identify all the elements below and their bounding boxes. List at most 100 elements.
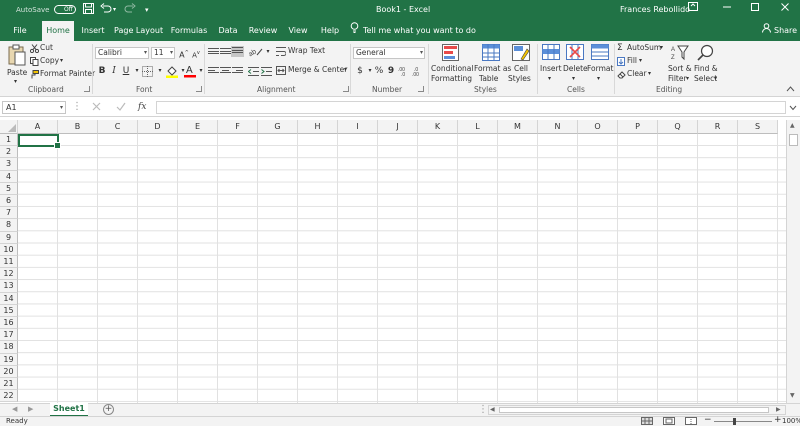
column-header[interactable]: D [138, 120, 178, 134]
row-header[interactable]: 14 [0, 292, 18, 305]
row-header[interactable]: 4 [0, 170, 18, 183]
cell-styles-button[interactable]: Cell Styles [508, 43, 536, 85]
column-header[interactable]: N [538, 120, 578, 134]
font-color-dropdown-icon[interactable]: ▾ [195, 65, 207, 77]
format-painter-button[interactable]: Format Painter [30, 69, 95, 80]
drag-handle-icon[interactable]: ⋮ [72, 101, 82, 113]
normal-view-icon[interactable] [641, 417, 653, 426]
borders-icon[interactable] [142, 66, 153, 79]
collapse-ribbon-icon[interactable] [786, 85, 795, 94]
tab-insert[interactable]: Insert [80, 20, 106, 41]
page-break-view-icon[interactable] [685, 417, 697, 426]
number-dialog-launcher[interactable] [418, 86, 424, 92]
decrease-font-size-icon[interactable]: Av [190, 47, 202, 59]
autosum-button[interactable]: Σ AutoSum ▾ [617, 43, 667, 54]
page-layout-view-icon[interactable] [663, 417, 675, 426]
conditional-formatting-button[interactable]: Conditional Formatting [430, 43, 473, 85]
row-header[interactable]: 3 [0, 158, 18, 171]
format-cells-button[interactable]: Format ▾ [587, 43, 613, 85]
tab-page-layout[interactable]: Page Layout [114, 20, 163, 41]
column-header[interactable]: I [338, 120, 378, 134]
column-header[interactable]: C [98, 120, 138, 134]
formula-input[interactable] [156, 101, 786, 114]
row-header[interactable]: 5 [0, 182, 18, 195]
tab-home[interactable]: Home [42, 21, 74, 41]
horizontal-scroll-thumb[interactable] [499, 407, 769, 413]
bold-button[interactable]: B [96, 65, 108, 77]
align-center-icon[interactable] [220, 67, 231, 76]
align-right-icon[interactable] [232, 67, 243, 76]
scroll-thumb[interactable] [789, 134, 798, 146]
sheet-tab-sheet1[interactable]: Sheet1 [50, 403, 88, 417]
confirm-entry-icon[interactable] [116, 102, 126, 113]
borders-dropdown-icon[interactable]: ▾ [154, 65, 166, 77]
row-header[interactable]: 16 [0, 317, 18, 330]
copy-button[interactable]: Copy ▾ [30, 56, 82, 67]
column-header[interactable]: K [418, 120, 458, 134]
alignment-dialog-launcher[interactable] [343, 86, 349, 92]
column-header[interactable]: A [18, 120, 58, 134]
format-as-table-button[interactable]: Format as Table [474, 43, 511, 85]
row-header[interactable]: 11 [0, 256, 18, 269]
row-header[interactable]: 9 [0, 231, 18, 244]
selected-cell[interactable] [18, 134, 61, 149]
column-header[interactable]: B [58, 120, 98, 134]
increase-indent-icon[interactable] [261, 67, 272, 78]
row-header[interactable]: 1 [0, 134, 18, 147]
bottom-align-icon[interactable] [231, 46, 244, 57]
insert-cells-button[interactable]: Insert ▾ [540, 43, 562, 85]
fill-button[interactable]: Fill ▾ [617, 56, 647, 67]
paste-button[interactable]: Paste ▾ [7, 44, 27, 85]
sort-filter-button[interactable]: AZ Sort & Filter ▾ [668, 43, 694, 85]
font-name-select[interactable]: Calibri ▾ [95, 47, 149, 59]
tab-file[interactable]: File [8, 20, 32, 41]
row-header[interactable]: 17 [0, 329, 18, 342]
add-sheet-icon[interactable]: + [103, 404, 114, 415]
ribbon-display-icon[interactable] [686, 2, 700, 16]
drag-handle-icon[interactable]: ⋮ [478, 404, 488, 415]
column-header[interactable]: L [458, 120, 498, 134]
autosave-toggle[interactable]: Off [54, 3, 76, 17]
row-header[interactable]: 18 [0, 341, 18, 354]
wrap-text-button[interactable]: Wrap Text [276, 46, 336, 58]
row-header[interactable]: 15 [0, 304, 18, 317]
name-box[interactable]: A1 ▾ [2, 101, 66, 114]
row-header[interactable]: 20 [0, 365, 18, 378]
middle-align-icon[interactable] [220, 48, 231, 57]
row-header[interactable]: 8 [0, 219, 18, 232]
row-header[interactable]: 7 [0, 207, 18, 220]
user-name[interactable]: Frances Rebollido [620, 5, 690, 14]
expand-formula-bar-icon[interactable] [789, 104, 797, 113]
row-header[interactable]: 21 [0, 378, 18, 391]
customize-toolbar-icon[interactable]: ▾ [145, 3, 149, 17]
decrease-indent-icon[interactable] [247, 67, 259, 78]
insert-function-button[interactable]: fx [138, 100, 146, 114]
cancel-entry-icon[interactable] [92, 102, 101, 113]
zoom-level[interactable]: 100% [782, 417, 800, 426]
column-header[interactable]: O [578, 120, 618, 134]
tab-data[interactable]: Data [216, 20, 240, 41]
tab-review[interactable]: Review [248, 20, 278, 41]
tell-me-search[interactable]: Tell me what you want to do [350, 20, 476, 41]
zoom-slider-thumb[interactable] [733, 418, 736, 425]
row-header[interactable]: 12 [0, 268, 18, 281]
zoom-out-icon[interactable]: − [704, 416, 712, 425]
select-all-corner[interactable] [0, 120, 18, 134]
italic-button[interactable]: I [108, 65, 120, 77]
align-left-icon[interactable] [208, 67, 219, 76]
find-select-button[interactable]: Find & Select ▾ [694, 43, 722, 85]
column-header[interactable]: J [378, 120, 418, 134]
vertical-scrollbar[interactable]: ▲ ▼ [786, 120, 800, 403]
column-header[interactable]: H [298, 120, 338, 134]
horizontal-scrollbar[interactable]: ◀ ▶ [488, 405, 786, 415]
increase-decimal-icon[interactable]: .00.0 [398, 66, 410, 78]
row-header[interactable]: 2 [0, 146, 18, 159]
row-header[interactable]: 19 [0, 353, 18, 366]
column-header[interactable]: G [258, 120, 298, 134]
font-dialog-launcher[interactable] [196, 86, 202, 92]
tab-view[interactable]: View [286, 20, 310, 41]
save-icon[interactable] [83, 3, 94, 17]
clear-button[interactable]: Clear ▾ [617, 69, 653, 80]
share-button[interactable]: Share [762, 20, 798, 41]
column-header[interactable]: R [698, 120, 738, 134]
